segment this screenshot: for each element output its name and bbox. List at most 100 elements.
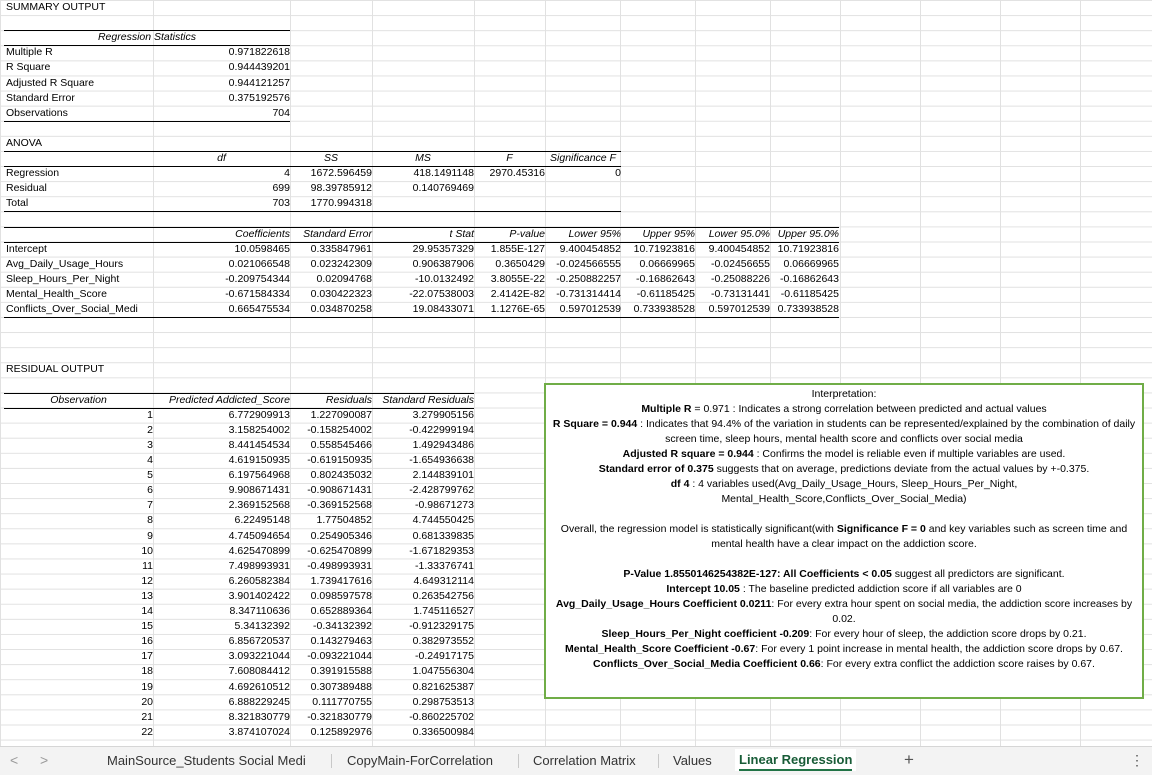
residual-cell[interactable]: 0.298753513 [372,695,477,710]
summary-title[interactable]: SUMMARY OUTPUT [3,0,206,15]
residual-cell[interactable]: -0.625470899 [290,544,375,559]
anova-header[interactable]: df [153,151,290,166]
residual-cell[interactable]: 3.093221044 [153,649,293,664]
anova-cell[interactable] [372,196,477,211]
residual-cell[interactable]: 20 [4,695,156,710]
residual-cell[interactable]: 6.197564968 [153,468,293,483]
anova-header[interactable]: F [474,151,545,166]
anova-cell[interactable]: 1672.596459 [290,166,375,181]
residual-cell[interactable]: 2 [4,423,156,438]
residual-cell[interactable]: 2.144839101 [372,468,477,483]
residual-cell[interactable]: 1.227090087 [290,408,375,423]
coefficient-cell[interactable]: 9.400454852 [545,242,624,257]
residual-cell[interactable]: -0.619150935 [290,453,375,468]
anova-cell[interactable]: 4 [153,166,293,181]
residual-cell[interactable]: 8 [4,513,156,528]
residual-cell[interactable]: 7.498993931 [153,559,293,574]
coefficient-cell[interactable]: 0.034870258 [290,302,375,317]
coefficient-cell[interactable]: 0.02094768 [290,272,375,287]
residual-cell[interactable]: 0.143279463 [290,634,375,649]
coefficient-row-label[interactable]: Intercept [3,242,156,257]
residual-cell[interactable]: -0.24917175 [372,649,477,664]
residual-cell[interactable]: 15 [4,619,156,634]
stat-value[interactable]: 704 [153,106,293,121]
residual-cell[interactable]: 6.856720537 [153,634,293,649]
residual-cell[interactable]: 4.744550425 [372,513,477,528]
anova-title[interactable]: ANOVA [3,136,156,151]
residual-cell[interactable]: -0.498993931 [290,559,375,574]
residual-cell[interactable]: 12 [4,574,156,589]
coefficient-cell[interactable]: 0.030422323 [290,287,375,302]
anova-cell[interactable] [545,196,624,211]
residual-cell[interactable]: -0.158254002 [290,423,375,438]
anova-cell[interactable] [474,181,548,196]
residual-cell[interactable]: 8.441454534 [153,438,293,453]
residual-cell[interactable]: 7.608084412 [153,664,293,679]
residual-cell[interactable]: 1.77504852 [290,513,375,528]
coefficient-header[interactable]: Coefficients [153,227,293,242]
interpretation-textbox[interactable]: Interpretation: Multiple R = 0.971 : Ind… [544,383,1144,699]
tab-copymain[interactable]: CopyMain-ForCorrelation [347,753,493,768]
residual-cell[interactable]: 0.821625387 [372,680,477,695]
residual-cell[interactable]: 3.901402422 [153,589,293,604]
stat-value[interactable]: 0.375192576 [153,91,293,106]
residual-cell[interactable]: -0.093221044 [290,649,375,664]
stat-label[interactable]: R Square [3,60,156,75]
coefficient-header[interactable]: Upper 95.0% [770,227,842,242]
residual-cell[interactable]: 16 [4,634,156,649]
residual-cell[interactable]: 10 [4,544,156,559]
coefficient-cell[interactable]: 0.733938528 [770,302,842,317]
coefficient-header[interactable]: Standard Error [290,227,375,242]
residual-cell[interactable]: 0.111770755 [290,695,375,710]
residual-cell[interactable]: 4.649312114 [372,574,477,589]
anova-cell[interactable]: 699 [153,181,293,196]
coefficient-cell[interactable]: -0.671584334 [153,287,293,302]
residual-cell[interactable]: 4 [4,453,156,468]
anova-cell[interactable] [474,196,548,211]
residual-cell[interactable]: 6.772909913 [153,408,293,423]
residual-cell[interactable]: 0.098597578 [290,589,375,604]
coefficient-cell[interactable]: -0.16862643 [770,272,842,287]
residual-cell[interactable]: 7 [4,498,156,513]
residual-cell[interactable]: 0.802435032 [290,468,375,483]
coefficient-cell[interactable]: 0.733938528 [620,302,698,317]
coefficient-cell[interactable]: -22.07538003 [372,287,477,302]
residual-cell[interactable]: 4.692610512 [153,680,293,695]
coefficient-cell[interactable]: 0.06669965 [620,257,698,272]
residual-cell[interactable]: -0.369152568 [290,498,375,513]
residual-title[interactable]: RESIDUAL OUTPUT [3,362,206,377]
anova-cell[interactable]: 1770.994318 [290,196,375,211]
coefficient-cell[interactable]: 0.597012539 [695,302,773,317]
residual-cell[interactable]: 14 [4,604,156,619]
residual-cell[interactable]: 1.492943486 [372,438,477,453]
coefficient-cell[interactable]: -0.16862643 [620,272,698,287]
anova-row-label[interactable]: Residual [3,181,156,196]
residual-cell[interactable]: 19 [4,680,156,695]
anova-header[interactable]: Significance F [545,151,621,166]
anova-row-label[interactable]: Regression [3,166,156,181]
coefficient-cell[interactable]: 1.1276E-65 [474,302,548,317]
anova-header[interactable]: SS [290,151,372,166]
residual-cell[interactable]: 9 [4,529,156,544]
anova-cell[interactable] [545,181,624,196]
residual-cell[interactable]: 22 [4,725,156,740]
residual-cell[interactable]: -0.321830779 [290,710,375,725]
residual-cell[interactable]: 0.382973552 [372,634,477,649]
residual-cell[interactable]: 8.321830779 [153,710,293,725]
stat-value[interactable]: 0.944439201 [153,60,293,75]
coefficient-cell[interactable]: -0.61185425 [620,287,698,302]
residual-cell[interactable]: 18 [4,664,156,679]
anova-cell[interactable]: 418.1491148 [372,166,477,181]
residual-cell[interactable]: -0.908671431 [290,483,375,498]
residual-cell[interactable]: 3.158254002 [153,423,293,438]
residual-cell[interactable]: -0.422999194 [372,423,477,438]
coefficient-header[interactable]: P-value [474,227,548,242]
coefficient-cell[interactable]: 1.855E-127 [474,242,548,257]
stat-label[interactable]: Multiple R [3,45,156,60]
coefficient-row-label[interactable]: Conflicts_Over_Social_Medi [3,302,156,317]
residual-cell[interactable]: 8.347110636 [153,604,293,619]
stat-label[interactable]: Adjusted R Square [3,76,156,91]
tab-linear-regression[interactable]: Linear Regression [735,749,857,771]
residual-cell[interactable]: 1.745116527 [372,604,477,619]
coefficient-cell[interactable]: 19.08433071 [372,302,477,317]
